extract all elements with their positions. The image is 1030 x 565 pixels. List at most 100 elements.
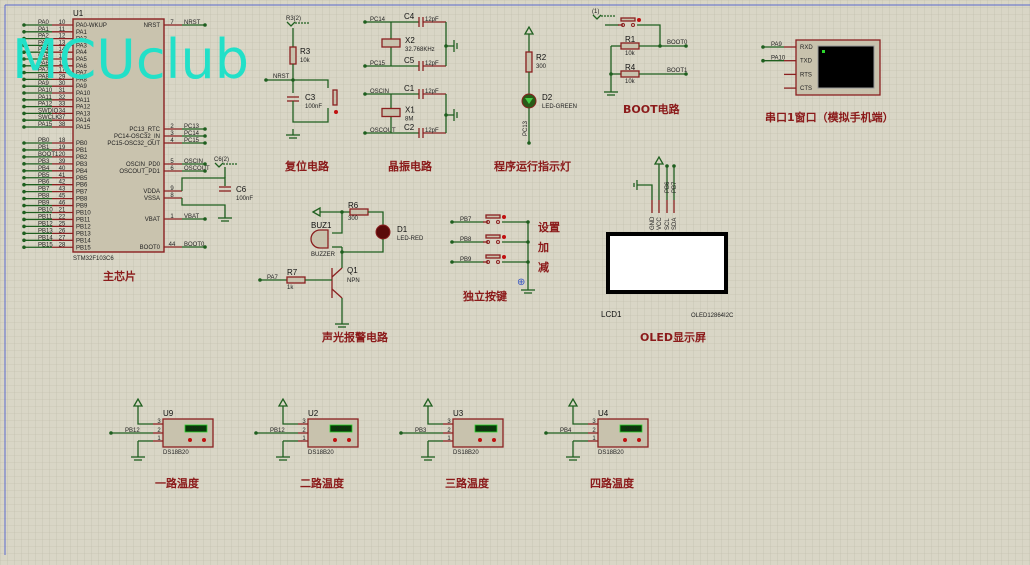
junction-dot <box>22 148 26 152</box>
net-label: PB6 <box>665 181 671 193</box>
junction-dot <box>665 164 669 168</box>
net-label: PA7 <box>267 275 279 281</box>
net-label: PA10 <box>771 56 786 62</box>
pin-number: 37 <box>59 115 66 121</box>
pin-name: PB14 <box>76 238 91 244</box>
decrease-button-icon[interactable] <box>188 438 192 442</box>
junction-dot <box>22 224 26 229</box>
ds18b20-sensor[interactable] <box>452 418 504 448</box>
crystal <box>381 38 401 48</box>
probe-label: (1) <box>592 9 599 15</box>
junction-dot <box>363 92 367 96</box>
ds18b20-sensor[interactable] <box>162 418 214 448</box>
net-label: PC15 <box>370 61 386 67</box>
cap-ref: C2 <box>404 123 415 132</box>
decrease-button-icon[interactable] <box>478 438 482 442</box>
cap-value: 12pF <box>425 61 439 67</box>
pushbutton[interactable] <box>485 234 501 239</box>
button-state-indicator[interactable] <box>502 235 506 239</box>
red-led-icon <box>375 224 391 240</box>
oled-display[interactable] <box>606 232 728 294</box>
cap-value: 12pF <box>425 17 439 23</box>
origin-marker-icon: ⊕ <box>517 277 525 288</box>
decrease-button-icon[interactable] <box>623 438 627 442</box>
d1-ref: D1 <box>397 225 408 234</box>
button-state-indicator[interactable] <box>502 255 506 259</box>
junction-dot <box>203 23 207 27</box>
schematic-canvas[interactable]: U1STM32F103C6主芯片PA0 10 PA0-WKUPPA1 11 PA1PA2… <box>0 0 1030 565</box>
reset-button[interactable] <box>332 89 338 106</box>
pin-name: VDDA <box>143 189 160 195</box>
net-label: PB6 <box>38 180 50 186</box>
pin-name: BOOT0 <box>140 245 161 251</box>
net-label: BOOT0 <box>184 242 205 248</box>
sensor-part: DS18B20 <box>453 450 479 456</box>
terminal-screen[interactable] <box>817 45 875 89</box>
pin-name: PB2 <box>76 155 88 161</box>
pin-number: 42 <box>59 180 66 186</box>
sensor-title: 三路温度 <box>445 476 490 490</box>
junction-dot <box>109 431 113 435</box>
cap-value: 12pF <box>425 89 439 95</box>
pushbutton[interactable] <box>620 17 636 22</box>
terminal-pin-name: RTS <box>800 72 812 78</box>
pin-name: VSSA <box>144 196 160 202</box>
buz1-ref: BUZ1 <box>311 221 332 230</box>
increase-button-icon[interactable] <box>202 438 206 442</box>
d2-ref: D2 <box>542 93 553 102</box>
pin-name: PB0 <box>76 141 88 147</box>
mcu-part-number: STM32F103C6 <box>73 256 114 262</box>
decrease-button-icon[interactable] <box>333 438 337 442</box>
junction-dot <box>254 431 258 435</box>
ds18b20-sensor[interactable] <box>597 418 649 448</box>
watermark-logo: MCUclub <box>12 28 249 91</box>
pin-number: 25 <box>59 221 66 227</box>
sensor-title: 一路温度 <box>155 476 200 490</box>
pin-name: PB8 <box>76 197 88 203</box>
junction-dot <box>258 278 262 282</box>
led-title: 程序运行指示灯 <box>494 159 571 173</box>
junction-dot <box>203 141 207 145</box>
r2-value: 300 <box>536 64 547 70</box>
increase-button-icon[interactable] <box>492 438 496 442</box>
increase-button-icon[interactable] <box>637 438 641 442</box>
pin-name: PB11 <box>76 217 91 223</box>
pin-number: 46 <box>59 201 66 207</box>
pushbutton[interactable] <box>485 254 501 259</box>
boot-title: BOOT电路 <box>623 102 681 116</box>
junction-dot <box>22 182 26 187</box>
r3-ref: R3 <box>300 47 311 56</box>
net-label: NRST <box>184 20 201 26</box>
terminal-pin-name: TXD <box>800 59 813 65</box>
net-label: PB10 <box>38 208 53 214</box>
net-label: PB13 <box>38 228 53 234</box>
junction-dot <box>22 125 26 129</box>
net-label: PC13 <box>523 120 529 136</box>
probe-label: R3(2) <box>286 16 301 22</box>
net-label: PA11 <box>38 95 52 101</box>
temperature-reading: 29.0 <box>625 427 637 433</box>
pin-name: PB4 <box>76 169 88 175</box>
sensor-title: 二路温度 <box>300 476 345 490</box>
r3-value: 10k <box>300 58 311 64</box>
pin-name: PB7 <box>76 190 88 196</box>
junction-dot <box>672 164 676 168</box>
pin-name: PB1 <box>76 148 88 154</box>
button-state-indicator[interactable] <box>502 215 506 219</box>
ds18b20-sensor[interactable] <box>307 418 359 448</box>
button-state-indicator[interactable] <box>637 18 641 22</box>
button-state-indicator[interactable] <box>334 110 338 114</box>
net-label: PC15 <box>184 138 200 144</box>
net-label: PB14 <box>38 235 53 241</box>
pushbutton[interactable] <box>485 214 501 219</box>
cap-ref: C5 <box>404 56 415 65</box>
r1-value: 10k <box>625 51 636 57</box>
c6-value: 100nF <box>236 196 253 202</box>
mcu-title: 主芯片 <box>103 269 136 283</box>
increase-button-icon[interactable] <box>347 438 351 442</box>
net-label: BOOT1 <box>38 152 59 158</box>
temperature-reading: 27.0 <box>335 427 347 433</box>
pin-name: PA10 <box>76 91 91 97</box>
junction-dot <box>22 91 26 95</box>
pin-number: 44 <box>169 242 176 248</box>
